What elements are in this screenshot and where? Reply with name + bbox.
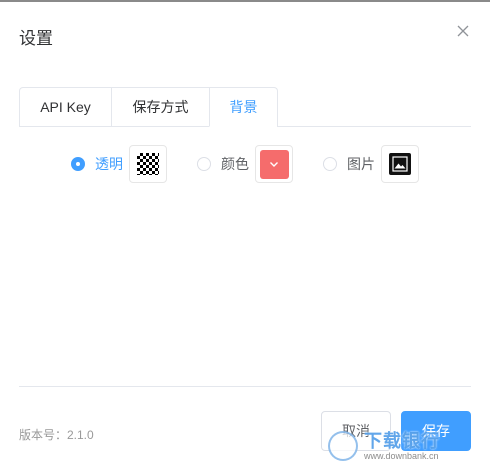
radio-transparent[interactable] (71, 157, 85, 171)
tab-api-key[interactable]: API Key (20, 88, 111, 127)
color-swatch (259, 149, 289, 179)
transparent-swatch[interactable] (129, 145, 167, 183)
option-color[interactable]: 颜色 (197, 145, 293, 183)
settings-dialog: 设置 API Key 保存方式 背景 透明 颜色 图片 版本号：2.1.0 取消… (0, 2, 490, 466)
dialog-title: 设置 (19, 29, 53, 48)
tab-save-mode[interactable]: 保存方式 (111, 88, 209, 127)
option-transparent-label: 透明 (95, 156, 123, 172)
radio-image[interactable] (323, 157, 337, 171)
background-options: 透明 颜色 图片 (0, 145, 490, 183)
tab-background[interactable]: 背景 (209, 88, 277, 127)
settings-tabs: API Key 保存方式 背景 (19, 87, 471, 127)
color-picker[interactable] (255, 145, 293, 183)
tab-list: API Key 保存方式 背景 (19, 87, 278, 127)
close-icon[interactable] (454, 22, 472, 40)
image-icon (389, 153, 411, 175)
transparent-checker-icon (137, 153, 159, 175)
option-transparent[interactable]: 透明 (71, 145, 167, 183)
option-image[interactable]: 图片 (323, 145, 419, 183)
version-label: 版本号：2.1.0 (19, 428, 94, 442)
watermark-url-text: www.downbank.cn (364, 450, 439, 461)
footer-divider (19, 386, 471, 387)
chevron-down-icon (270, 162, 278, 167)
option-color-label: 颜色 (221, 156, 249, 172)
radio-color[interactable] (197, 157, 211, 171)
tabs-baseline (278, 126, 471, 127)
option-image-label: 图片 (347, 156, 375, 172)
image-picker[interactable] (381, 145, 419, 183)
save-button[interactable]: 保存 (401, 411, 471, 451)
cancel-button[interactable]: 取消 (321, 411, 391, 451)
